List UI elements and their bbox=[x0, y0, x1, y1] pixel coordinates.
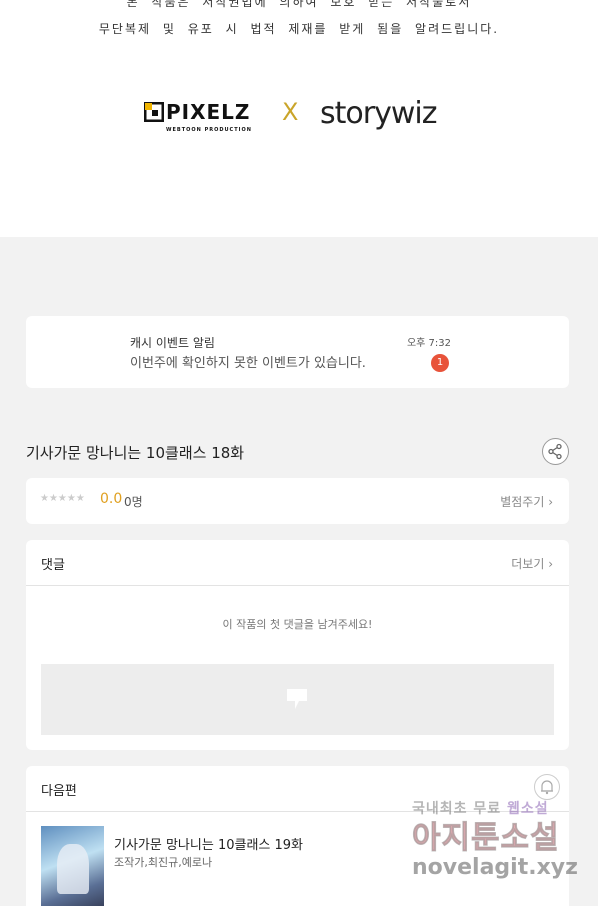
bell-icon[interactable] bbox=[534, 774, 560, 800]
next-episode-thumbnail[interactable] bbox=[41, 826, 104, 906]
share-icon bbox=[548, 443, 562, 460]
notification-time: 오후 7:32 bbox=[406, 338, 451, 349]
notification-badge: 1 bbox=[431, 354, 449, 372]
publisher-logos: PIXELZ WEBTOON PRODUCTION X storywiz bbox=[144, 96, 454, 140]
thumbnail-figure bbox=[57, 844, 89, 894]
watermark-line2: 아지툰소설 bbox=[412, 820, 560, 857]
pixelz-logo-text: PIXELZ bbox=[166, 100, 251, 124]
notification-title: 캐시 이벤트 알림 bbox=[130, 336, 215, 350]
next-episode-title-label: 다음편 bbox=[41, 784, 77, 799]
copyright-notice-line1: 본 작품은 저작권법에 의하여 보호 받는 저작물로서 bbox=[126, 0, 472, 9]
watermark-line3: novelagit.xyz bbox=[412, 855, 578, 880]
notification-body: 이번주에 확인하지 못한 이벤트가 있습니다. bbox=[130, 356, 366, 371]
comment-input-box[interactable] bbox=[41, 664, 554, 735]
episode-title: 기사가문 망나니는 10클래스 18화 bbox=[26, 444, 245, 462]
storywiz-logo-text: storywiz bbox=[320, 96, 437, 131]
comments-title: 댓글 bbox=[41, 558, 65, 573]
copyright-area: 본 작품은 저작권법에 의하여 보호 받는 저작물로서 무단복제 및 유포 시 … bbox=[0, 0, 598, 237]
pixelz-logo-icon bbox=[144, 102, 164, 122]
pixelz-logo-subtitle: WEBTOON PRODUCTION bbox=[166, 127, 252, 133]
rate-button[interactable]: 별점주기 › bbox=[500, 493, 553, 510]
comments-section: 댓글 더보기 › 이 작품의 첫 댓글을 남겨주세요! bbox=[26, 540, 569, 750]
copyright-notice-line2: 무단복제 및 유포 시 법적 제재를 받게 됨을 알려드립니다. bbox=[98, 22, 500, 36]
star-rating-icon: ★★★★★ bbox=[40, 493, 85, 504]
comments-empty-message: 이 작품의 첫 댓글을 남겨주세요! bbox=[222, 618, 373, 631]
next-episode-authors: 조작가,최진규,예로나 bbox=[114, 856, 213, 869]
cash-event-notification[interactable]: 캐시 이벤트 알림 이번주에 확인하지 못한 이벤트가 있습니다. 오후 7:3… bbox=[26, 316, 569, 388]
collab-x-mark: X bbox=[282, 98, 299, 126]
rating-score: 0.0 bbox=[100, 491, 123, 507]
rating-count: 0명 bbox=[124, 495, 143, 509]
comments-more-link[interactable]: 더보기 › bbox=[511, 555, 553, 572]
bell-glyph-icon bbox=[541, 780, 553, 795]
comments-header: 댓글 더보기 › bbox=[26, 540, 569, 586]
rating-bar: ★★★★★ 0.0 0명 별점주기 › bbox=[26, 478, 569, 524]
next-episode-title[interactable]: 기사가문 망나니는 10클래스 19화 bbox=[114, 834, 303, 853]
comment-placeholder-icon bbox=[287, 689, 307, 709]
share-button[interactable] bbox=[542, 438, 569, 465]
site-watermark: 국내최초 무료 웹소설 아지툰소설 novelagit.xyz bbox=[412, 798, 598, 906]
